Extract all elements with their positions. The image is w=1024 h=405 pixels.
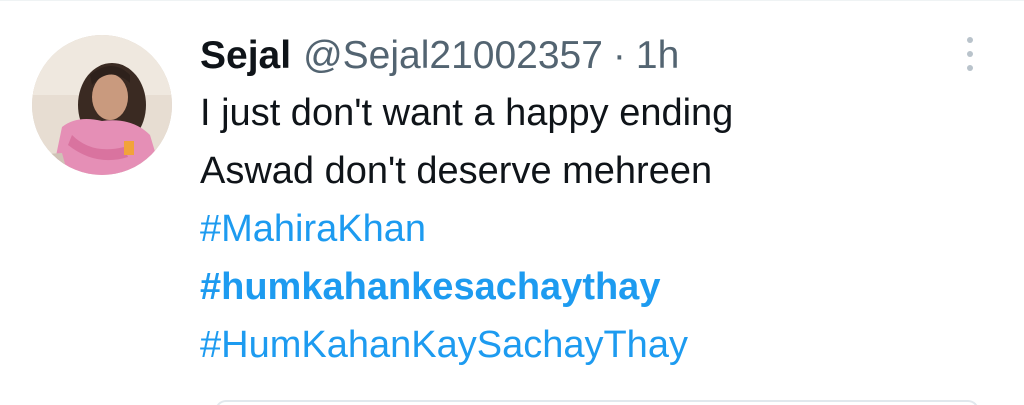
hashtag-link[interactable]: #humkahankesachaythay xyxy=(200,258,960,316)
more-dot xyxy=(967,51,973,57)
hashtag-link[interactable]: #HumKahanKaySachayThay xyxy=(200,316,960,374)
tweet-text-line-2: Aswad don't deserve mehreen xyxy=(200,150,713,192)
user-handle[interactable]: @Sejal21002357 xyxy=(303,28,603,84)
tweet[interactable]: Sejal @Sejal21002357 · 1h I just don't w… xyxy=(0,0,1024,405)
hashtag-link[interactable]: #MahiraKhan xyxy=(200,200,960,258)
more-vertical-icon[interactable] xyxy=(958,37,982,71)
timestamp[interactable]: 1h xyxy=(636,28,679,84)
separator-dot: · xyxy=(612,34,626,77)
avatar[interactable] xyxy=(32,35,172,175)
display-name[interactable]: Sejal xyxy=(200,28,291,84)
embedded-card-edge xyxy=(215,400,979,405)
top-divider xyxy=(0,0,1024,1)
more-dot xyxy=(967,37,973,43)
more-dot xyxy=(967,65,973,71)
tweet-text-line-1: I just don't want a happy ending xyxy=(200,92,734,134)
tweet-content: Sejal @Sejal21002357 · 1h I just don't w… xyxy=(200,28,960,374)
tweet-header: Sejal @Sejal21002357 · 1h xyxy=(200,28,960,84)
